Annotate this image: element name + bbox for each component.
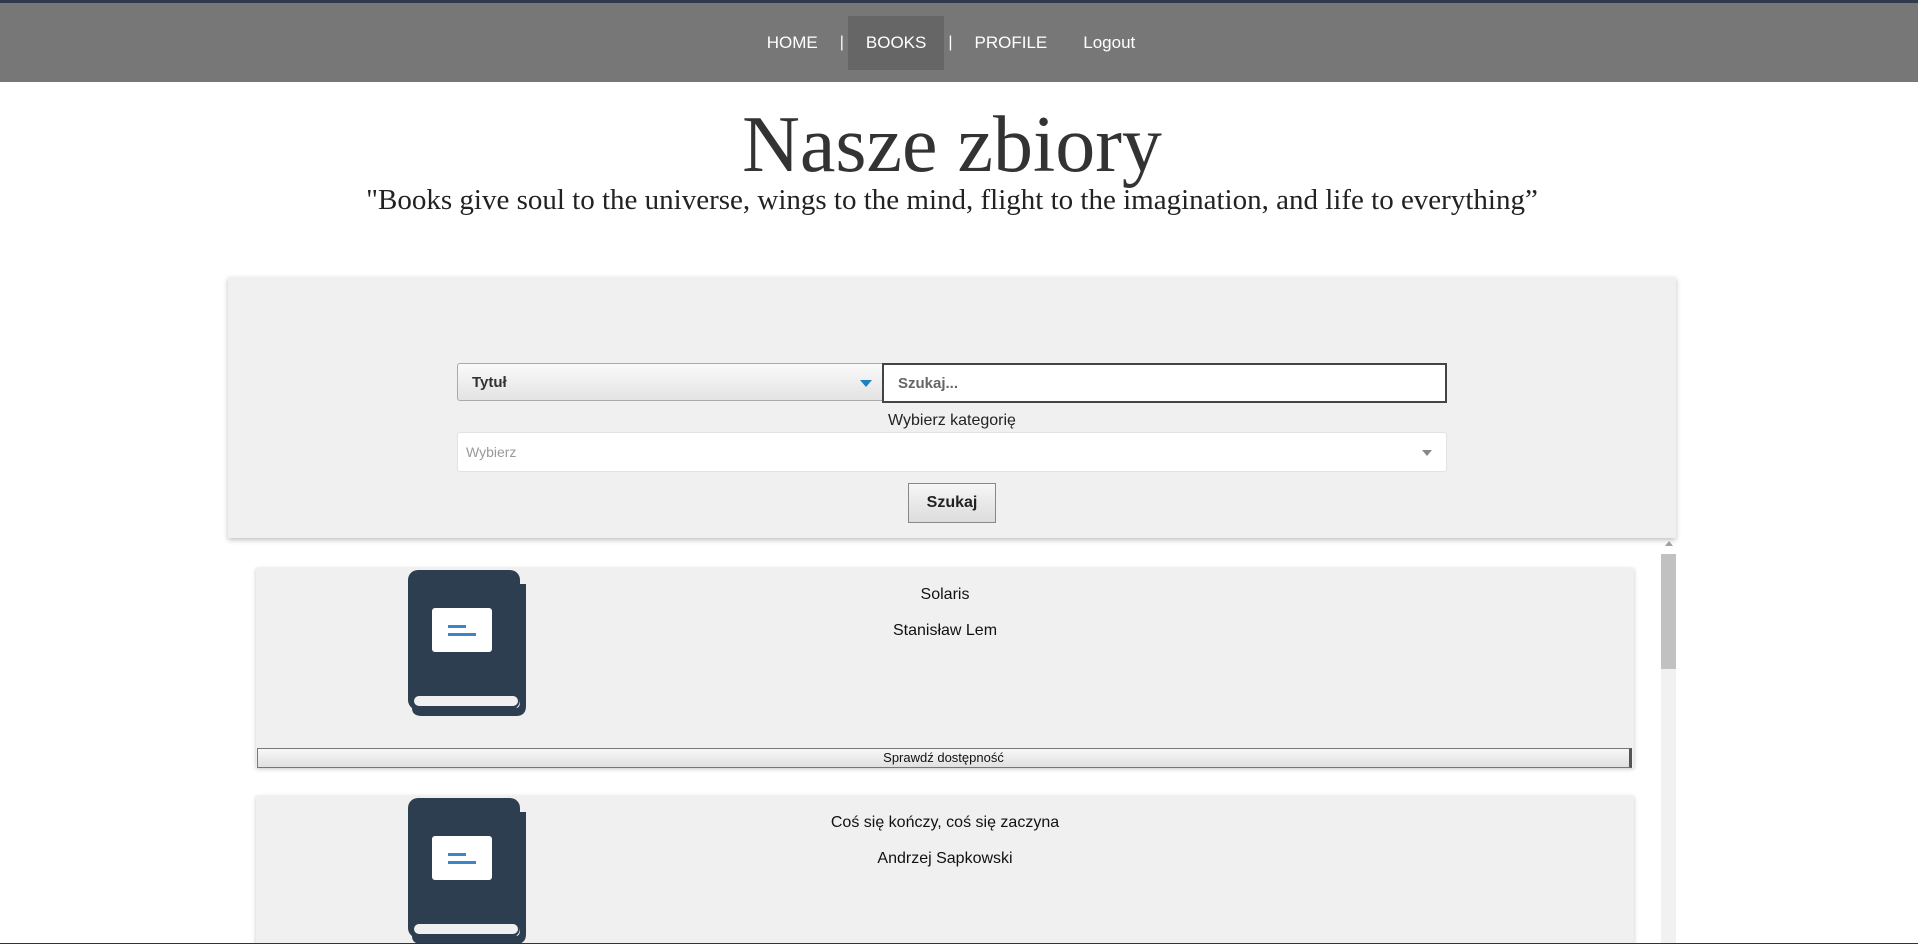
page-quote: "Books give soul to the universe, wings … [366, 184, 1538, 216]
category-select[interactable]: Wybierz [457, 432, 1447, 472]
page-title: Nasze zbiory [742, 101, 1162, 189]
chevron-down-icon [860, 380, 872, 387]
nav-home[interactable]: HOME [749, 16, 836, 70]
nav-books[interactable]: BOOKS [847, 15, 945, 70]
search-panel: Tytuł Wybierz kategorię Wybierz Szukaj [228, 277, 1676, 538]
nav-menu: HOME | BOOKS | PROFILE Logout [0, 3, 1902, 82]
book-list-scrollbar-thumb[interactable] [1661, 554, 1676, 669]
category-label: Wybierz kategorię [888, 412, 1016, 429]
navbar: HOME | BOOKS | PROFILE Logout [0, 3, 1918, 82]
book-title: Solaris [920, 586, 970, 603]
book-card: Solaris Stanisław Lem Sprawdź dostępność [256, 568, 1634, 768]
search-field-selected-value: Tytuł [472, 374, 507, 391]
check-availability-button[interactable]: Sprawdź dostępność [257, 748, 1632, 768]
chevron-down-icon [1422, 450, 1432, 456]
search-input[interactable] [882, 363, 1447, 403]
nav-separator: | [948, 33, 953, 51]
category-placeholder: Wybierz [466, 444, 517, 460]
search-field-select[interactable]: Tytuł [457, 363, 885, 401]
book-author: Stanisław Lem [892, 622, 998, 639]
scroll-up-arrow-icon[interactable] [1665, 541, 1673, 546]
nav-logout[interactable]: Logout [1065, 16, 1153, 70]
nav-profile[interactable]: PROFILE [957, 16, 1066, 70]
book-card: Coś się kończy, coś się zaczyna Andrzej … [256, 796, 1634, 944]
book-author: Andrzej Sapkowski [877, 850, 1013, 867]
nav-separator: | [839, 33, 844, 51]
search-button[interactable]: Szukaj [908, 483, 996, 523]
book-title: Coś się kończy, coś się zaczyna [830, 814, 1060, 831]
